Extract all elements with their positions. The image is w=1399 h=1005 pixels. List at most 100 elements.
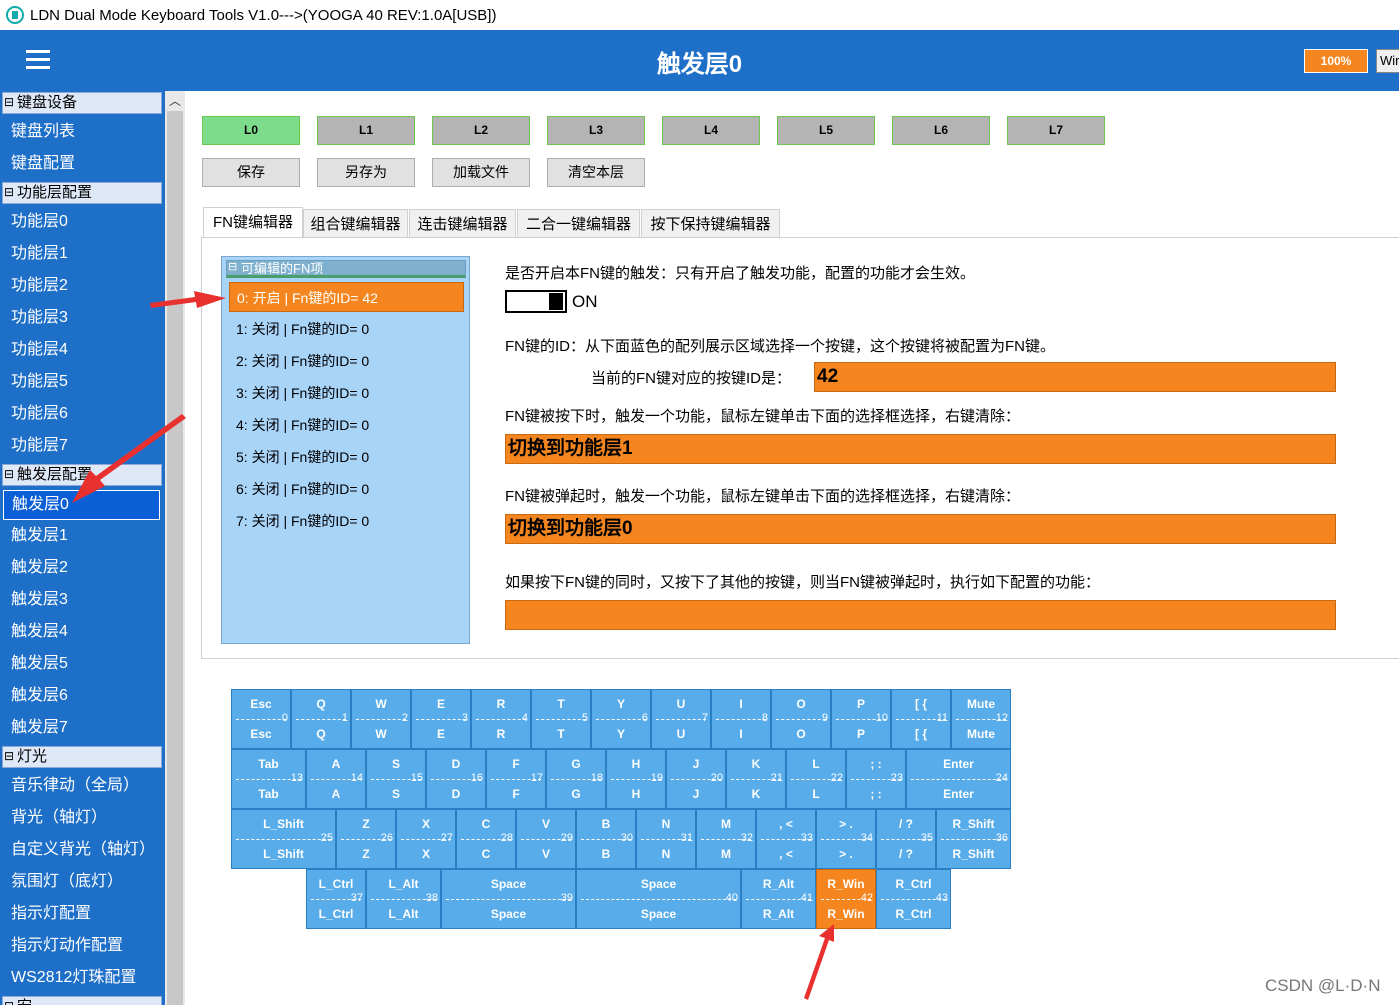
sidebar-item-layer-2[interactable]: 功能层2: [0, 271, 165, 303]
sidebar-item-trigger-3[interactable]: 触发层3: [0, 585, 165, 617]
layer-button-l7[interactable]: L7: [1007, 116, 1105, 145]
key-26[interactable]: Z 26 Z: [336, 809, 396, 869]
key-13[interactable]: Tab 13 Tab: [231, 749, 306, 809]
tab-tap-editor[interactable]: 连击键编辑器: [409, 209, 516, 238]
sidebar-group-lighting[interactable]: 灯光: [2, 746, 162, 768]
sidebar-item-music-rhythm[interactable]: 音乐律动（全局）: [0, 771, 165, 803]
sidebar-item-trigger-6[interactable]: 触发层6: [0, 681, 165, 713]
sidebar-item-trigger-7[interactable]: 触发层7: [0, 713, 165, 745]
key-5[interactable]: T 5 T: [531, 689, 591, 749]
key-0[interactable]: Esc 0 Esc: [231, 689, 291, 749]
key-33[interactable]: , < 33 , <: [756, 809, 816, 869]
sidebar-item-trigger-2[interactable]: 触发层2: [0, 553, 165, 585]
fn-list-item[interactable]: 1: 关闭 | Fn键的ID= 0: [229, 314, 464, 344]
layer-button-l2[interactable]: L2: [432, 116, 530, 145]
key-1[interactable]: Q 1 Q: [291, 689, 351, 749]
key-6[interactable]: Y 6 Y: [591, 689, 651, 749]
scroll-up-icon[interactable]: ︿: [165, 91, 185, 111]
key-16[interactable]: D 16 D: [426, 749, 486, 809]
layer-button-l0[interactable]: L0: [202, 116, 300, 145]
scroll-thumb[interactable]: [167, 111, 183, 1005]
key-32[interactable]: M 32 M: [696, 809, 756, 869]
fn-list-item[interactable]: 3: 关闭 | Fn键的ID= 0: [229, 378, 464, 408]
key-7[interactable]: U 7 U: [651, 689, 711, 749]
key-21[interactable]: K 21 K: [726, 749, 786, 809]
key-18[interactable]: G 18 G: [546, 749, 606, 809]
fn-list-item[interactable]: 6: 关闭 | Fn键的ID= 0: [229, 474, 464, 504]
fn-list-item[interactable]: 7: 关闭 | Fn键的ID= 0: [229, 506, 464, 536]
key-36[interactable]: R_Shift 36 R_Shift: [936, 809, 1011, 869]
sidebar-item-layer-3[interactable]: 功能层3: [0, 303, 165, 335]
sidebar-group-trigger[interactable]: 触发层配置: [2, 464, 162, 486]
fn-list-item[interactable]: 2: 关闭 | Fn键的ID= 0: [229, 346, 464, 376]
press-action-select[interactable]: 切换到功能层1: [505, 434, 1336, 464]
key-19[interactable]: H 19 H: [606, 749, 666, 809]
key-27[interactable]: X 27 X: [396, 809, 456, 869]
sidebar-item-layer-4[interactable]: 功能层4: [0, 335, 165, 367]
current-id-field[interactable]: 42: [814, 362, 1336, 392]
key-37[interactable]: L_Ctrl 37 L_Ctrl: [306, 869, 366, 929]
sidebar-item-layer-1[interactable]: 功能层1: [0, 239, 165, 271]
key-23[interactable]: ; : 23 ; :: [846, 749, 906, 809]
tab-fn-editor[interactable]: FN键编辑器: [203, 207, 303, 237]
fn-list-header[interactable]: 可编辑的FN项: [226, 260, 466, 278]
sidebar-item-ambient-light[interactable]: 氛围灯（底灯）: [0, 867, 165, 899]
sidebar-item-backlight[interactable]: 背光（轴灯）: [0, 803, 165, 835]
sidebar-scrollbar[interactable]: ︿: [165, 91, 185, 1005]
layer-button-l6[interactable]: L6: [892, 116, 990, 145]
key-24[interactable]: Enter 24 Enter: [906, 749, 1011, 809]
key-14[interactable]: A 14 A: [306, 749, 366, 809]
sidebar-item-layer-5[interactable]: 功能层5: [0, 367, 165, 399]
layer-button-l5[interactable]: L5: [777, 116, 875, 145]
sidebar-group-layers[interactable]: 功能层配置: [2, 182, 162, 204]
save-button[interactable]: 保存: [202, 158, 300, 187]
key-41[interactable]: R_Alt 41 R_Alt: [741, 869, 816, 929]
sidebar-item-trigger-0[interactable]: 触发层0: [3, 490, 160, 520]
key-29[interactable]: V 29 V: [516, 809, 576, 869]
key-11[interactable]: [ {11 [ {: [891, 689, 951, 749]
key-43[interactable]: R_Ctrl 43 R_Ctrl: [876, 869, 951, 929]
sidebar-item-trigger-1[interactable]: 触发层1: [0, 521, 165, 553]
key-25[interactable]: L_Shift 25 L_Shift: [231, 809, 336, 869]
key-4[interactable]: R 4 R: [471, 689, 531, 749]
key-39[interactable]: Space 39 Space: [441, 869, 576, 929]
sidebar-item-indicator-action[interactable]: 指示灯动作配置: [0, 931, 165, 963]
sidebar-item-custom-backlight[interactable]: 自定义背光（轴灯）: [0, 835, 165, 867]
key-17[interactable]: F 17 F: [486, 749, 546, 809]
load-file-button[interactable]: 加载文件: [432, 158, 530, 187]
key-12[interactable]: Mute 12 Mute: [951, 689, 1011, 749]
key-42[interactable]: R_Win 42 R_Win: [816, 869, 876, 929]
tab-combo-editor[interactable]: 组合键编辑器: [303, 209, 408, 238]
sidebar-item-keyboard-list[interactable]: 键盘列表: [0, 117, 165, 149]
sidebar-item-keyboard-config[interactable]: 键盘配置: [0, 149, 165, 181]
key-10[interactable]: P 10 P: [831, 689, 891, 749]
key-3[interactable]: E 3 E: [411, 689, 471, 749]
save-as-button[interactable]: 另存为: [317, 158, 415, 187]
sidebar-group-device[interactable]: 键盘设备: [2, 92, 162, 114]
sidebar-item-ws2812[interactable]: WS2812灯珠配置: [0, 963, 165, 995]
layer-button-l1[interactable]: L1: [317, 116, 415, 145]
key-38[interactable]: L_Alt 38 L_Alt: [366, 869, 441, 929]
layer-button-l3[interactable]: L3: [547, 116, 645, 145]
fn-list-item[interactable]: 0: 开启 | Fn键的ID= 42: [229, 282, 464, 312]
key-9[interactable]: O 9 O: [771, 689, 831, 749]
key-31[interactable]: N 31 N: [636, 809, 696, 869]
key-35[interactable]: / ? 35 / ?: [876, 809, 936, 869]
key-15[interactable]: S 15 S: [366, 749, 426, 809]
sidebar-item-layer-6[interactable]: 功能层6: [0, 399, 165, 431]
key-34[interactable]: > . 34 > .: [816, 809, 876, 869]
enable-toggle[interactable]: [505, 290, 567, 313]
tab-hold-editor[interactable]: 按下保持键编辑器: [641, 209, 780, 238]
key-30[interactable]: B 30 B: [576, 809, 636, 869]
sidebar-item-indicator-config[interactable]: 指示灯配置: [0, 899, 165, 931]
key-40[interactable]: Space 40 Space: [576, 869, 741, 929]
combo-action-select[interactable]: [505, 600, 1336, 630]
tab-two-in-one-editor[interactable]: 二合一键编辑器: [517, 209, 640, 238]
release-action-select[interactable]: 切换到功能层0: [505, 514, 1336, 544]
menu-icon[interactable]: [26, 50, 50, 70]
fn-list-item[interactable]: 5: 关闭 | Fn键的ID= 0: [229, 442, 464, 472]
clear-layer-button[interactable]: 清空本层: [547, 158, 645, 187]
key-2[interactable]: W 2 W: [351, 689, 411, 749]
sidebar-item-trigger-5[interactable]: 触发层5: [0, 649, 165, 681]
layer-button-l4[interactable]: L4: [662, 116, 760, 145]
